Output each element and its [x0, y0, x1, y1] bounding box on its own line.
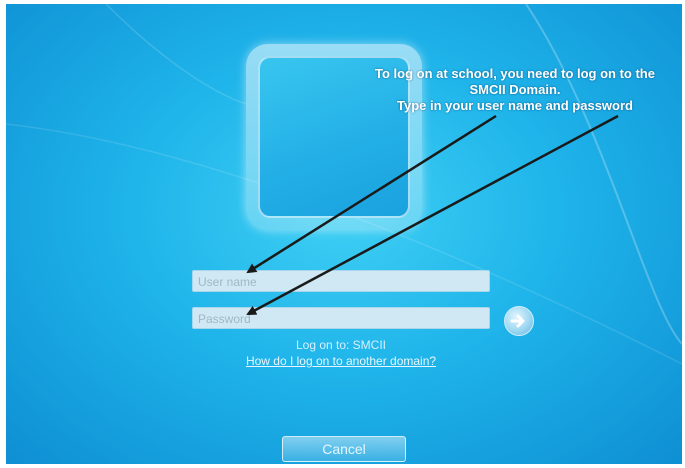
annotation-arrows	[246, 114, 619, 316]
logon-screen: To log on at school, you need to log on …	[6, 4, 682, 464]
arrow-to-password	[246, 114, 619, 316]
